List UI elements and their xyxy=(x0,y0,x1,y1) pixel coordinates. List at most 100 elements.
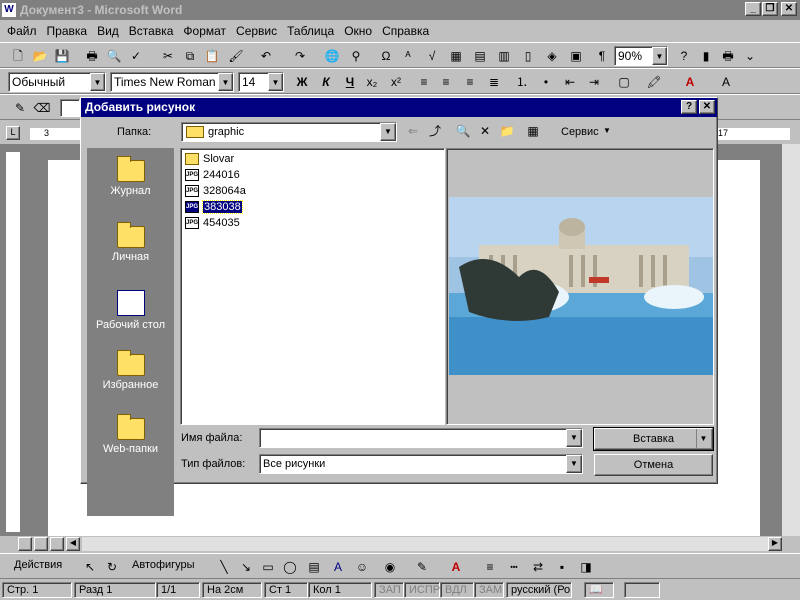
tables-borders-icon[interactable]: ▦ xyxy=(446,47,466,65)
undo-icon[interactable]: ↶ xyxy=(256,47,276,65)
scroll-left-icon[interactable]: ◀ xyxy=(66,537,80,551)
menu-file[interactable]: Файл xyxy=(2,24,42,38)
oval-icon[interactable]: ◯ xyxy=(280,558,300,576)
rectangle-icon[interactable]: ▭ xyxy=(258,558,278,576)
show-hide-icon[interactable]: ¶ xyxy=(592,47,612,65)
chevron-down-icon[interactable]: ▼ xyxy=(696,429,710,449)
document-map-icon[interactable]: ▣ xyxy=(566,47,586,65)
pencil-icon[interactable]: ✎ xyxy=(10,99,30,117)
search-web-icon[interactable]: 🔍 xyxy=(453,122,473,140)
fill-color-icon[interactable]: ◉ xyxy=(380,558,400,576)
list-item[interactable]: JPG 244016 xyxy=(185,167,240,183)
arrow-icon[interactable]: ↘ xyxy=(236,558,256,576)
line-style-box[interactable] xyxy=(60,99,80,117)
chevron-down-icon[interactable]: ▼ xyxy=(566,429,582,447)
equation-icon[interactable]: √ xyxy=(422,47,442,65)
drawing-font-color-icon[interactable]: A xyxy=(446,558,466,576)
symbol-icon[interactable]: Ω xyxy=(376,47,396,65)
font-size-select[interactable]: 14 ▼ xyxy=(238,72,284,92)
tab-selector[interactable]: L xyxy=(6,126,20,140)
numbering-icon[interactable]: ⒈ xyxy=(512,73,532,91)
up-folder-icon[interactable]: ⤴ xyxy=(425,122,445,140)
drawing-icon[interactable]: ◈ xyxy=(542,47,562,65)
status-ext[interactable]: ВДЛ xyxy=(440,582,474,598)
dialog-help-button[interactable]: ? xyxy=(681,100,697,114)
file-list[interactable]: Slovar JPG 244016 JPG 328064a JPG 383038 JP… xyxy=(180,148,445,425)
rotate-icon[interactable]: ↻ xyxy=(102,558,122,576)
autoshapes-menu[interactable]: Автофигуры xyxy=(132,559,195,571)
vertical-ruler[interactable] xyxy=(6,152,20,532)
redo-icon[interactable]: ↷ xyxy=(290,47,310,65)
highlight-icon[interactable]: 🖍 xyxy=(644,73,664,91)
delete-icon[interactable]: ✕ xyxy=(475,122,495,140)
menu-format[interactable]: Формат xyxy=(178,24,231,38)
format-painter-icon[interactable]: 🖌 xyxy=(226,47,246,65)
new-document-icon[interactable]: 🗋 xyxy=(8,47,28,65)
chevron-down-icon[interactable]: ▼ xyxy=(652,47,667,65)
font-color-icon[interactable]: A xyxy=(680,73,700,91)
paste-icon[interactable]: 📋 xyxy=(202,47,222,65)
list-item[interactable]: Slovar xyxy=(185,151,234,167)
new-folder-icon[interactable]: 📁 xyxy=(497,122,517,140)
list-item-selected[interactable]: JPG 383038 xyxy=(185,199,243,215)
word-app-icon[interactable]: W xyxy=(2,3,16,17)
toolbar-options-icon[interactable]: ⌄ xyxy=(740,47,760,65)
print-icon[interactable]: 🖶 xyxy=(718,47,738,65)
copy-icon[interactable]: ⧉ xyxy=(180,47,200,65)
save-icon[interactable]: 💾 xyxy=(52,47,72,65)
back-icon[interactable]: ⇐ xyxy=(403,122,423,140)
menu-table[interactable]: Таблица xyxy=(282,24,339,38)
chevron-down-icon[interactable]: ▼ xyxy=(380,123,396,141)
chevron-down-icon[interactable]: ▼ xyxy=(218,73,233,91)
list-item[interactable]: JPG 454035 xyxy=(185,215,240,231)
columns-icon[interactable]: ▯ xyxy=(518,47,538,65)
insert-table-icon[interactable]: ▤ xyxy=(470,47,490,65)
subscript-icon[interactable]: x₂ xyxy=(362,73,382,91)
find-icon[interactable]: ⚲ xyxy=(346,47,366,65)
zoom-select[interactable]: 90% ▼ xyxy=(614,46,668,66)
place-favorites[interactable]: Избранное xyxy=(87,350,174,391)
tools-menu[interactable]: Сервис xyxy=(561,126,599,138)
text-direction-icon[interactable]: A xyxy=(716,73,736,91)
underline-button[interactable]: Ч xyxy=(340,73,360,91)
cancel-button[interactable]: Отмена xyxy=(594,454,713,476)
filename-input[interactable]: ▼ xyxy=(259,428,583,448)
superscript-icon[interactable]: x² xyxy=(386,73,406,91)
eraser-icon[interactable]: ⌫ xyxy=(32,99,52,117)
print-layout-icon[interactable] xyxy=(50,537,64,551)
status-ovr[interactable]: ЗАМ xyxy=(474,582,504,598)
dialog-close-button[interactable]: ✕ xyxy=(699,100,715,114)
chart-icon[interactable]: ▮ xyxy=(696,47,716,65)
bullets-icon[interactable]: • xyxy=(536,73,556,91)
dash-style-icon[interactable]: ┅ xyxy=(504,558,524,576)
hyperlink-icon[interactable]: 🌐 xyxy=(322,47,342,65)
select-objects-icon[interactable]: ↖ xyxy=(80,558,100,576)
menu-help[interactable]: Справка xyxy=(377,24,434,38)
italic-button[interactable]: К xyxy=(316,73,336,91)
actions-menu[interactable]: Действия xyxy=(14,559,62,571)
spelling-icon[interactable]: ✓ xyxy=(126,47,146,65)
shadow-icon[interactable]: ▪ xyxy=(552,558,572,576)
folder-select[interactable]: graphic ▼ xyxy=(181,122,397,142)
line-style-icon[interactable]: ≡ xyxy=(480,558,500,576)
chevron-down-icon[interactable]: ▼ xyxy=(566,455,582,473)
place-web-folders[interactable]: Web-папки xyxy=(87,414,174,455)
chevron-down-icon[interactable]: ▼ xyxy=(268,73,283,91)
wordart-icon[interactable]: A xyxy=(328,558,348,576)
insert-button[interactable]: Вставка ▼ xyxy=(593,427,714,451)
place-desktop[interactable]: Рабочий стол xyxy=(87,290,174,331)
chevron-down-icon[interactable]: ▼ xyxy=(603,126,611,135)
print-icon[interactable]: 🖶 xyxy=(82,47,102,65)
help-icon[interactable]: ? xyxy=(674,47,694,65)
insert-excel-icon[interactable]: ▥ xyxy=(494,47,514,65)
menu-edit[interactable]: Правка xyxy=(42,24,93,38)
align-left-icon[interactable]: ≡ xyxy=(414,73,434,91)
normal-view-icon[interactable] xyxy=(18,537,32,551)
borders-icon[interactable]: ▢ xyxy=(614,73,634,91)
scroll-right-icon[interactable]: ▶ xyxy=(768,537,782,551)
line-color-icon[interactable]: ✎ xyxy=(412,558,432,576)
align-center-icon[interactable]: ≡ xyxy=(436,73,456,91)
filetype-select[interactable]: Все рисунки ▼ xyxy=(259,454,583,474)
status-rec[interactable]: ЗАП xyxy=(374,582,404,598)
menu-window[interactable]: Окно xyxy=(339,24,377,38)
